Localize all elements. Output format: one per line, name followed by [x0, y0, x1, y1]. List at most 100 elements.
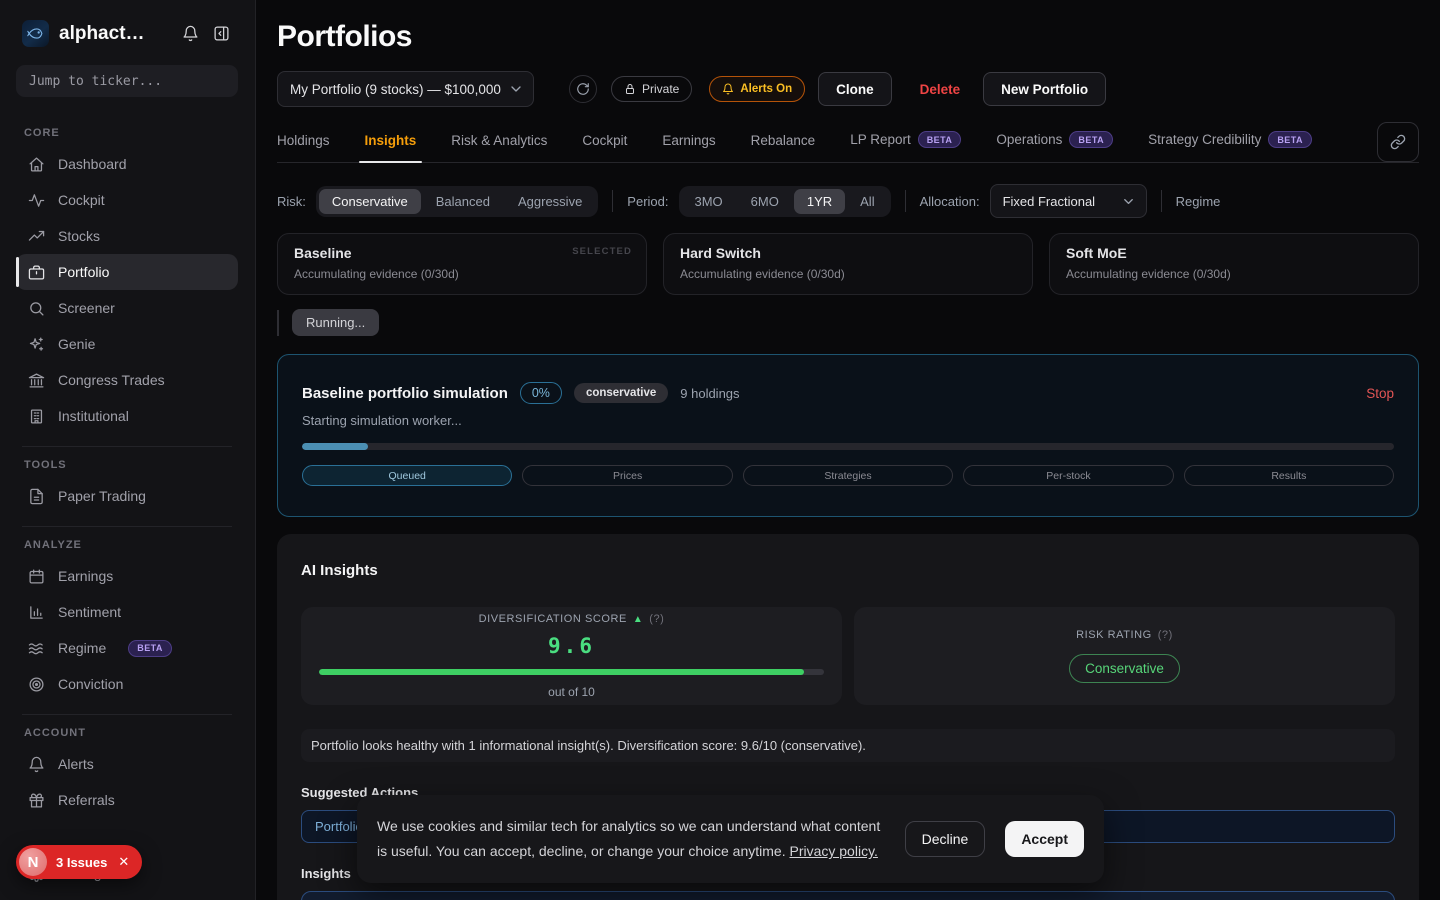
refresh-button[interactable]: [569, 75, 597, 103]
tab-rebalance[interactable]: Rebalance: [751, 133, 816, 162]
help-icon[interactable]: (?): [649, 613, 664, 625]
beta-badge: BETA: [128, 640, 172, 657]
issues-label: 3 Issues: [56, 855, 107, 870]
landmark-icon: [28, 372, 45, 389]
simulation-mode-badge: conservative: [574, 383, 668, 403]
portfolio-select[interactable]: My Portfolio (9 stocks) — $100,000.0: [277, 71, 534, 107]
strategy-card-hard-switch[interactable]: Hard Switch Accumulating evidence (0/30d…: [663, 233, 1033, 295]
sidebar-item-sentiment[interactable]: Sentiment: [16, 594, 238, 630]
period-option-6mo[interactable]: 6MO: [738, 189, 792, 214]
page-title: Portfolios: [277, 20, 1419, 54]
stage-per-stock[interactable]: Per-stock: [963, 465, 1173, 486]
tab-lp-report[interactable]: LP ReportBETA: [850, 131, 961, 162]
beta-badge: BETA: [1069, 131, 1113, 148]
sidebar-item-stocks[interactable]: Stocks: [16, 218, 238, 254]
notifications-bell-icon[interactable]: [180, 23, 201, 44]
sidebar-item-label: Institutional: [58, 408, 129, 424]
stage-queued[interactable]: Queued: [302, 465, 512, 486]
tab-holdings[interactable]: Holdings: [277, 133, 330, 162]
strategy-card-soft-moe[interactable]: Soft MoE Accumulating evidence (0/30d): [1049, 233, 1419, 295]
share-link-button[interactable]: [1377, 122, 1419, 162]
sidebar-item-label: Regime: [58, 640, 106, 656]
simulation-progress-fill: [302, 443, 368, 450]
sidebar: alphact… CORE Dashboard Cockpit Stocks P…: [0, 0, 256, 900]
sidebar-item-paper-trading[interactable]: Paper Trading: [16, 478, 238, 514]
delete-button[interactable]: Delete: [912, 82, 969, 97]
decline-button[interactable]: Decline: [905, 821, 986, 857]
simulation-title: Baseline portfolio simulation: [302, 385, 508, 402]
risk-option-balanced[interactable]: Balanced: [423, 189, 503, 214]
clone-button[interactable]: Clone: [818, 72, 892, 106]
bell-icon: [722, 83, 734, 95]
stop-button[interactable]: Stop: [1366, 386, 1394, 401]
sidebar-item-congress-trades[interactable]: Congress Trades: [16, 362, 238, 398]
ticker-search-input[interactable]: [16, 65, 238, 97]
sidebar-item-alerts[interactable]: Alerts: [16, 746, 238, 782]
running-status-button[interactable]: Running...: [292, 309, 379, 336]
cookie-message: We use cookies and similar tech for anal…: [377, 814, 885, 864]
simulation-holdings-count: 9 holdings: [680, 386, 739, 401]
tab-insights[interactable]: Insights: [365, 133, 417, 162]
risk-option-conservative[interactable]: Conservative: [319, 189, 421, 214]
link-icon: [1390, 134, 1406, 150]
section-label-core: CORE: [24, 127, 230, 139]
stage-strategies[interactable]: Strategies: [743, 465, 953, 486]
sidebar-item-label: Dashboard: [58, 156, 127, 172]
selected-tag: SELECTED: [572, 246, 632, 257]
help-icon[interactable]: (?): [1158, 629, 1173, 641]
lock-icon: [624, 83, 636, 95]
sidebar-item-label: Alerts: [58, 756, 94, 772]
allocation-select[interactable]: Fixed Fractional: [990, 184, 1147, 218]
simulation-card: Baseline portfolio simulation 0% conserv…: [277, 354, 1419, 517]
score-caption: out of 10: [548, 685, 595, 699]
insight-item[interactable]: i ▼ Portfolio diversification score is 9…: [301, 891, 1395, 900]
sparkles-icon: [28, 336, 45, 353]
bell-icon: [28, 756, 45, 773]
strategy-subtitle: Accumulating evidence (0/30d): [1066, 267, 1402, 281]
sidebar-divider: [22, 526, 232, 527]
tab-earnings[interactable]: Earnings: [662, 133, 715, 162]
sidebar-item-label: Cockpit: [58, 192, 105, 208]
sidebar-item-conviction[interactable]: Conviction: [16, 666, 238, 702]
sidebar-item-label: Genie: [58, 336, 95, 352]
sidebar-item-referrals[interactable]: Referrals: [16, 782, 238, 818]
sidebar-item-dashboard[interactable]: Dashboard: [16, 146, 238, 182]
tab-operations[interactable]: OperationsBETA: [996, 131, 1113, 162]
sidebar-item-cockpit[interactable]: Cockpit: [16, 182, 238, 218]
issues-badge[interactable]: N 3 Issues ✕: [16, 845, 142, 879]
alerts-on-badge[interactable]: Alerts On: [709, 76, 805, 102]
sidebar-item-label: Sentiment: [58, 604, 121, 620]
accept-button[interactable]: Accept: [1005, 821, 1084, 857]
risk-option-aggressive[interactable]: Aggressive: [505, 189, 595, 214]
period-option-3mo[interactable]: 3MO: [682, 189, 736, 214]
sidebar-item-label: Stocks: [58, 228, 100, 244]
close-icon[interactable]: ✕: [118, 854, 129, 870]
stage-results[interactable]: Results: [1184, 465, 1394, 486]
strategy-subtitle: Accumulating evidence (0/30d): [680, 267, 1016, 281]
sidebar-item-label: Earnings: [58, 568, 113, 584]
sidebar-item-screener[interactable]: Screener: [16, 290, 238, 326]
private-badge[interactable]: Private: [611, 76, 692, 102]
sidebar-item-earnings[interactable]: Earnings: [16, 558, 238, 594]
sidebar-item-genie[interactable]: Genie: [16, 326, 238, 362]
trending-up-icon: [28, 228, 45, 245]
strategy-card-baseline[interactable]: Baseline Accumulating evidence (0/30d) S…: [277, 233, 647, 295]
stage-prices[interactable]: Prices: [522, 465, 732, 486]
privacy-policy-link[interactable]: Privacy policy.: [789, 843, 877, 859]
section-label-tools: TOOLS: [24, 459, 230, 471]
sidebar-item-institutional[interactable]: Institutional: [16, 398, 238, 434]
period-option-1yr[interactable]: 1YR: [794, 189, 845, 214]
collapse-sidebar-icon[interactable]: [211, 23, 232, 44]
section-label-account: ACCOUNT: [24, 727, 230, 739]
sidebar-item-regime[interactable]: Regime BETA: [16, 630, 238, 666]
calendar-icon: [28, 568, 45, 585]
period-option-all[interactable]: All: [847, 189, 887, 214]
tab-strategy-credibility[interactable]: Strategy CredibilityBETA: [1148, 131, 1312, 162]
new-portfolio-button[interactable]: New Portfolio: [983, 72, 1106, 106]
simulation-header: Baseline portfolio simulation 0% conserv…: [302, 382, 1394, 404]
tab-cockpit[interactable]: Cockpit: [582, 133, 627, 162]
briefcase-icon: [28, 264, 45, 281]
sidebar-item-portfolio[interactable]: Portfolio: [16, 254, 238, 290]
tab-risk-analytics[interactable]: Risk & Analytics: [451, 133, 547, 162]
alerts-on-label: Alerts On: [740, 83, 792, 95]
